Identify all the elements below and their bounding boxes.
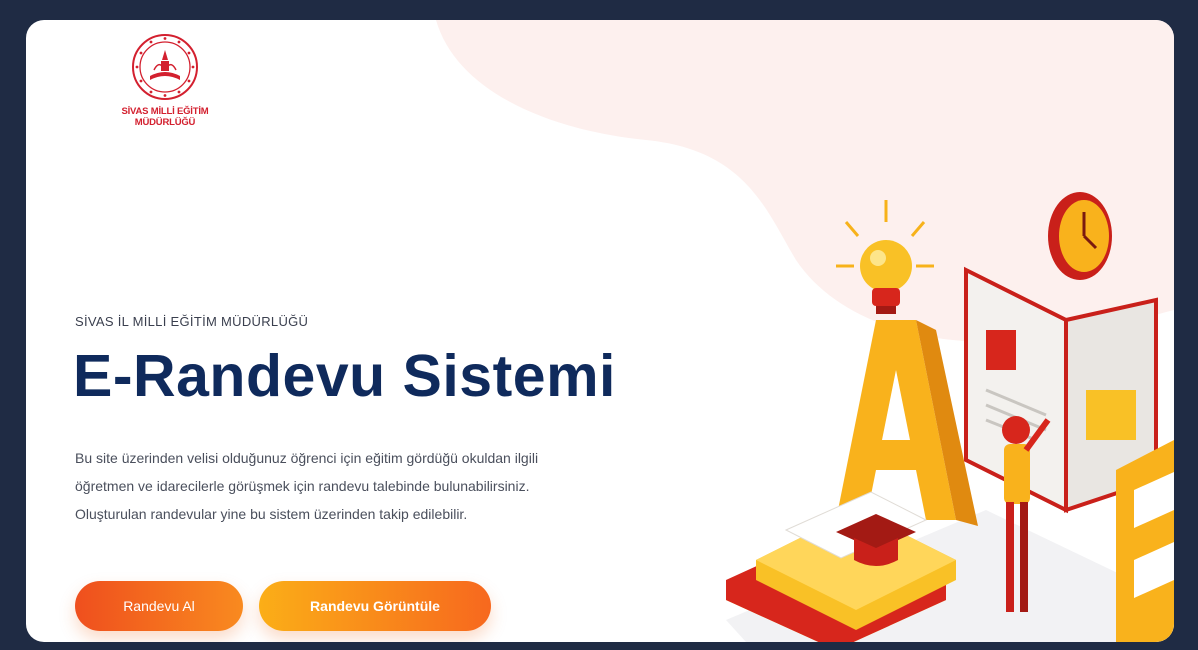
logo-text: SİVAS MİLLİ EĞİTİM MÜDÜRLÜĞÜ xyxy=(121,106,209,128)
view-appointment-button[interactable]: Randevu Görüntüle xyxy=(259,581,491,631)
clock-icon xyxy=(1048,192,1112,280)
letter-a-shape xyxy=(836,320,978,526)
description-line: öğretmen ve idarecilerle görüşmek için r… xyxy=(75,478,530,494)
page-title: E-Randevu Sistemi xyxy=(73,343,616,409)
description-line: Oluşturulan randevular yine bu sistem üz… xyxy=(75,506,468,522)
page-description: Bu site üzerinden velisi olduğunuz öğren… xyxy=(75,444,675,528)
book-pillar xyxy=(1116,440,1174,642)
logo[interactable]: SİVAS MİLLİ EĞİTİM MÜDÜRLÜĞÜ xyxy=(110,32,220,128)
main-panel: SİVAS MİLLİ EĞİTİM MÜDÜRLÜĞÜ SİVAS İL Mİ… xyxy=(26,20,1174,642)
page-eyebrow: SİVAS İL MİLLİ EĞİTİM MÜDÜRLÜĞÜ xyxy=(75,314,309,329)
book-appointment-button[interactable]: Randevu Al xyxy=(75,581,243,631)
light-bulb-icon xyxy=(836,200,934,314)
education-illustration xyxy=(726,192,1174,642)
ministry-emblem-icon xyxy=(132,34,198,100)
description-line: Bu site üzerinden velisi olduğunuz öğren… xyxy=(75,450,539,466)
